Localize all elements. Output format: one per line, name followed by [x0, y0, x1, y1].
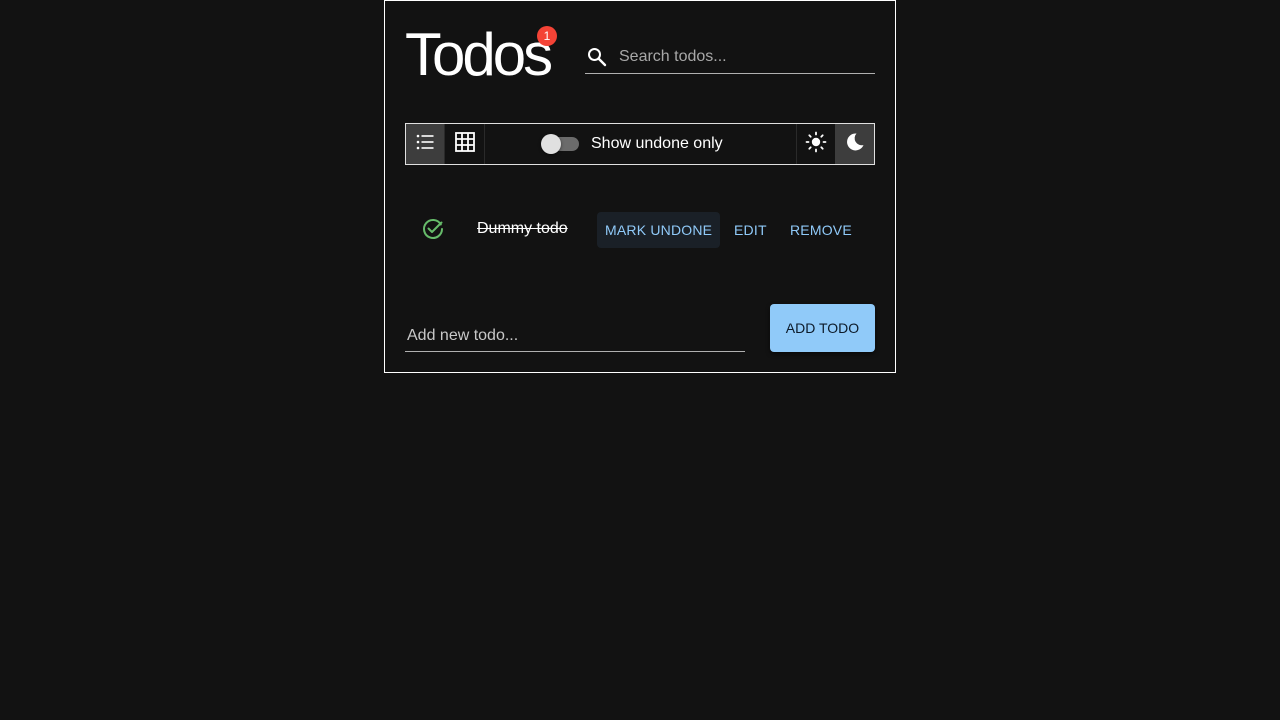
todo-item: Dummy todo MARK UNDONE EDIT REMOVE — [405, 209, 875, 249]
mark-undone-button[interactable]: MARK UNDONE — [597, 212, 721, 248]
toggle-thumb — [541, 134, 561, 154]
remove-button[interactable]: REMOVE — [782, 212, 860, 248]
dark-theme-button[interactable] — [835, 124, 874, 164]
toggle-label: Show undone only — [591, 135, 723, 152]
sun-icon — [805, 131, 827, 158]
add-todo-field — [405, 319, 745, 353]
edit-button[interactable]: EDIT — [726, 212, 775, 248]
todo-count-badge: 1 — [537, 26, 557, 46]
search-icon — [585, 45, 609, 69]
grid-view-button[interactable] — [446, 124, 485, 164]
search-bar — [585, 41, 875, 74]
add-todo-input[interactable] — [405, 319, 739, 353]
moon-icon — [844, 131, 866, 158]
search-input[interactable] — [617, 41, 871, 73]
list-view-button[interactable] — [406, 124, 445, 164]
list-view-icon — [415, 132, 435, 157]
page-title: Todos — [405, 21, 553, 88]
toolbar: Show undone only — [405, 123, 875, 165]
check-circle-icon — [421, 217, 445, 241]
light-theme-button[interactable] — [796, 124, 835, 164]
todo-text: Dummy todo — [477, 220, 568, 237]
todo-app: Todos 1 Search todos... Show undone only… — [384, 0, 896, 373]
header: Todos 1 — [405, 21, 557, 88]
grid-view-icon — [454, 131, 476, 158]
add-todo-button[interactable]: ADD TODO — [770, 304, 875, 352]
show-undone-toggle[interactable] — [541, 134, 579, 154]
